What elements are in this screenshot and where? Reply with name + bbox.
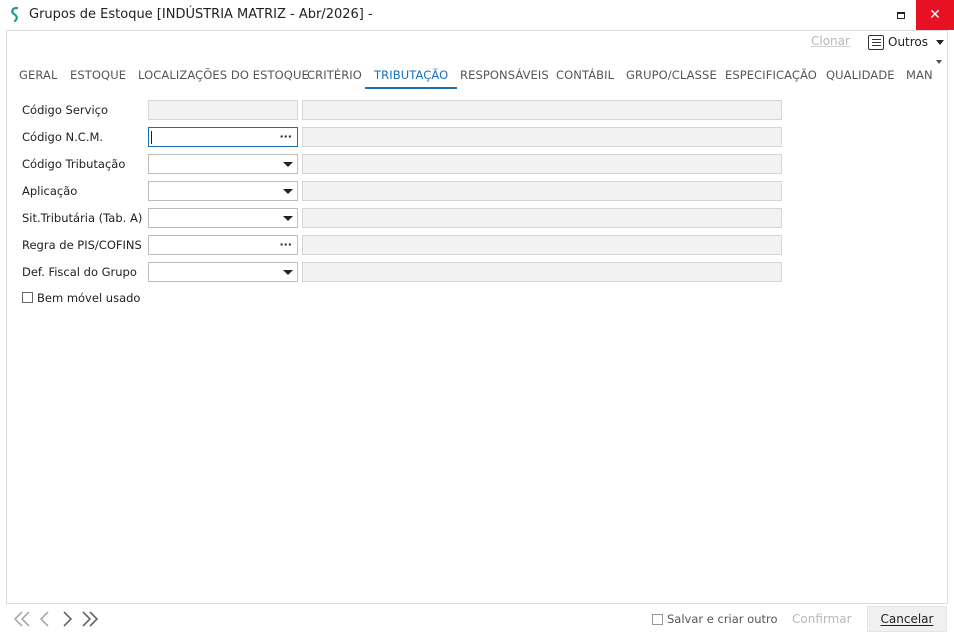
- tab-man[interactable]: MAN: [906, 63, 933, 89]
- maximize-icon: [897, 11, 905, 19]
- tab-localizacoes[interactable]: LOCALIZAÇÕES DO ESTOQUE: [138, 63, 309, 89]
- codigo-servico-field[interactable]: [148, 100, 298, 120]
- tab-especificacao[interactable]: ESPECIFICAÇÃO: [725, 63, 817, 89]
- def-fiscal-description: [302, 262, 782, 282]
- outros-label: Outros: [888, 35, 929, 49]
- outros-button[interactable]: Outros: [868, 32, 945, 52]
- first-record-icon[interactable]: [12, 609, 34, 629]
- regra-pis-cofins-description: [302, 235, 782, 255]
- codigo-servico-description: [302, 100, 782, 120]
- clonar-button[interactable]: Clonar: [811, 34, 850, 48]
- codigo-tributacao-label: Código Tributação: [22, 157, 126, 171]
- codigo-ncm-label: Código N.C.M.: [22, 130, 104, 144]
- aplicacao-select[interactable]: [148, 181, 298, 201]
- text-cursor: [151, 131, 152, 144]
- def-fiscal-select[interactable]: [148, 262, 298, 282]
- maximize-button[interactable]: [886, 0, 916, 30]
- dropdown-arrow-icon[interactable]: [283, 270, 293, 275]
- record-navigation: [12, 609, 100, 629]
- codigo-tributacao-description: [302, 154, 782, 174]
- salvar-criar-outro-label: Salvar e criar outro: [667, 612, 778, 626]
- tab-geral[interactable]: GERAL: [19, 63, 57, 89]
- close-button[interactable]: ✕: [916, 0, 954, 30]
- sit-tributaria-description: [302, 208, 782, 228]
- app-logo-icon: [11, 7, 19, 23]
- aplicacao-label: Aplicação: [22, 184, 78, 198]
- aplicacao-description: [302, 181, 782, 201]
- tab-strip: GERAL ESTOQUE LOCALIZAÇÕES DO ESTOQUE CR…: [10, 63, 935, 89]
- salvar-criar-outro-checkbox[interactable]: [652, 614, 663, 625]
- dropdown-arrow-icon[interactable]: [283, 162, 293, 167]
- dropdown-arrow-icon[interactable]: [283, 189, 293, 194]
- chevron-down-icon: [936, 39, 945, 45]
- tab-contabil[interactable]: CONTÁBIL: [556, 63, 614, 89]
- codigo-tributacao-select[interactable]: [148, 154, 298, 174]
- sit-tributaria-label: Sit.Tributária (Tab. A): [22, 211, 143, 225]
- list-icon: [868, 34, 884, 50]
- lookup-icon[interactable]: ···: [279, 131, 292, 143]
- window-title: Grupos de Estoque [INDÚSTRIA MATRIZ - Ab…: [29, 7, 373, 22]
- bem-movel-checkbox[interactable]: [22, 292, 33, 303]
- codigo-servico-label: Código Serviço: [22, 103, 109, 117]
- tab-criterio[interactable]: CRITÉRIO: [307, 63, 362, 89]
- dropdown-arrow-icon[interactable]: [283, 216, 293, 221]
- tab-scroll-icon[interactable]: [936, 60, 942, 64]
- tab-grupo-classe[interactable]: GRUPO/CLASSE: [626, 63, 717, 89]
- previous-record-icon[interactable]: [34, 609, 56, 629]
- title-bar: Grupos de Estoque [INDÚSTRIA MATRIZ - Ab…: [0, 0, 954, 30]
- tab-tributacao[interactable]: TRIBUTAÇÃO: [365, 63, 458, 89]
- tab-qualidade[interactable]: QUALIDADE: [826, 63, 895, 89]
- regra-pis-cofins-label: Regra de PIS/COFINS: [22, 238, 142, 252]
- bem-movel-label: Bem móvel usado: [37, 291, 141, 305]
- codigo-ncm-description: [302, 127, 782, 147]
- next-record-icon[interactable]: [56, 609, 78, 629]
- def-fiscal-label: Def. Fiscal do Grupo: [22, 265, 137, 279]
- cancelar-button[interactable]: Cancelar: [867, 606, 947, 632]
- sit-tributaria-select[interactable]: [148, 208, 298, 228]
- confirmar-button[interactable]: Confirmar: [792, 612, 852, 626]
- codigo-ncm-field[interactable]: ···: [148, 127, 298, 147]
- close-icon: ✕: [929, 7, 941, 23]
- regra-pis-cofins-field[interactable]: ···: [148, 235, 298, 255]
- tab-responsaveis[interactable]: RESPONSÁVEIS: [460, 63, 549, 89]
- tab-estoque[interactable]: ESTOQUE: [70, 63, 126, 89]
- lookup-icon[interactable]: ···: [279, 239, 292, 251]
- last-record-icon[interactable]: [78, 609, 100, 629]
